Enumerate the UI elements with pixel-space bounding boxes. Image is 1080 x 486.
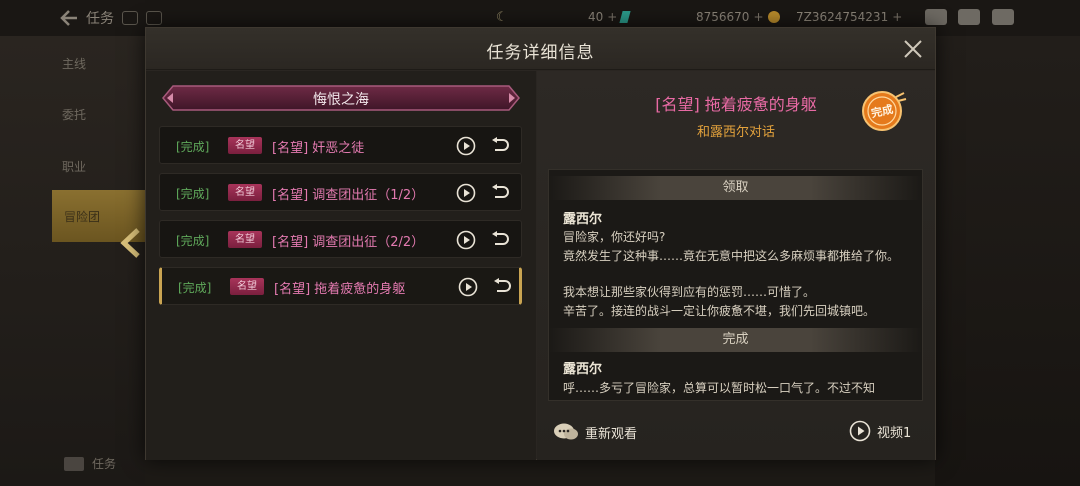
dialogue-line: 呼……多亏了冒险家，总算可以暂时松一口气了。不过不知	[563, 381, 876, 395]
resource-value: 8756670	[696, 10, 750, 24]
video-label: 视频1	[877, 425, 912, 441]
mail-icon[interactable]	[958, 9, 980, 25]
quest-status: [完成]	[178, 281, 212, 295]
dialogue-line: 竟然发生了这种事……竟在无意中把这么多麻烦事都推给了你。	[563, 249, 900, 263]
moon-icon: ☾	[496, 10, 508, 25]
quest-detail-panel: [名望] 拖着疲惫的身躯 和露西尔对话 完成 领取 露西尔 冒险家，你还好吗? …	[537, 71, 935, 460]
return-icon[interactable]	[490, 137, 510, 155]
dialogue-line: 辛苦了。接连的战斗一定让你疲惫不堪，我们先回城镇吧。	[563, 304, 876, 318]
shop-icon[interactable]	[925, 9, 947, 25]
section-header-accept: 领取	[549, 176, 922, 200]
play-icon[interactable]	[458, 277, 478, 297]
plus-icon[interactable]: +	[892, 10, 902, 24]
dialog-title: 任务详细信息	[486, 43, 595, 63]
quest-name: [名望] 奸恶之徒	[272, 141, 365, 156]
replay-button[interactable]: 重新观看	[553, 422, 637, 442]
video-button[interactable]: 视频1	[849, 420, 911, 442]
quest-detail-dialog: 任务详细信息 悔恨之海 [完成] 名望 [名望] 奸恶之徒 [完成] 名望 [名…	[145, 27, 936, 460]
play-icon	[849, 420, 871, 442]
quest-list-panel: 悔恨之海 [完成] 名望 [名望] 奸恶之徒 [完成] 名望 [名望] 调查团出…	[146, 71, 536, 460]
quest-tag: 名望	[228, 137, 262, 154]
resource-value: 7Z3624754231	[796, 10, 889, 24]
return-icon[interactable]	[490, 231, 510, 249]
sidebar-item-commission[interactable]: 委托	[62, 106, 86, 123]
quest-icon	[64, 456, 84, 471]
quest-row[interactable]: [完成] 名望 [名望] 奸恶之徒	[159, 126, 522, 164]
card-icon[interactable]	[146, 11, 162, 25]
quest-status: [完成]	[176, 140, 210, 154]
dialogue-line: 我本想让那些家伙得到应有的惩罚……可惜了。	[563, 285, 816, 299]
quest-row[interactable]: [完成] 名望 [名望] 调查团出征（2/2）	[159, 220, 522, 258]
dialogue-scroll-box[interactable]: 领取 露西尔 冒险家，你还好吗? 竟然发生了这种事……竟在无意中把这么多麻烦事都…	[548, 169, 923, 401]
back-arrow-icon[interactable]	[60, 10, 78, 26]
quest-row[interactable]: [完成] 名望 [名望] 调查团出征（1/2）	[159, 173, 522, 211]
speech-bubble-icon	[554, 423, 578, 440]
quest-name: [名望] 调查团出征（1/2）	[272, 188, 425, 203]
speaker-name: 露西尔	[563, 212, 603, 227]
resource-value: 40	[588, 10, 604, 24]
gem-icon	[619, 11, 631, 23]
bottom-label: 任务	[92, 457, 117, 471]
replay-label: 重新观看	[585, 426, 638, 442]
quest-tag: 名望	[228, 231, 262, 248]
eye-icon[interactable]	[122, 11, 138, 25]
resource-coin: 8756670 +	[696, 10, 780, 24]
resource-gem: 40 +	[588, 10, 631, 24]
top-nav: 任务	[60, 8, 162, 28]
chevron-left-icon	[120, 228, 140, 258]
bottom-quest-button[interactable]: 任务	[64, 455, 116, 472]
plus-icon[interactable]: +	[607, 10, 617, 24]
dialog-header: 任务详细信息	[146, 28, 935, 70]
chat-icon[interactable]	[992, 9, 1014, 25]
quest-status: [完成]	[176, 234, 210, 248]
quest-tag: 名望	[230, 278, 264, 295]
plus-icon[interactable]: +	[753, 10, 763, 24]
sidebar	[0, 36, 145, 486]
return-icon[interactable]	[492, 278, 512, 296]
coin-icon	[767, 11, 780, 23]
dialogue-line: 冒险家，你还好吗?	[563, 230, 666, 244]
quest-row-selected[interactable]: [完成] 名望 [名望] 拖着疲惫的身躯	[159, 267, 522, 305]
close-icon[interactable]	[901, 37, 925, 61]
play-icon[interactable]	[456, 230, 476, 250]
quest-tag: 名望	[228, 184, 262, 201]
completed-seal-icon: 完成	[860, 87, 908, 135]
quest-status: [完成]	[176, 187, 210, 201]
play-icon[interactable]	[456, 136, 476, 156]
background-right	[935, 36, 1080, 486]
sidebar-item-main[interactable]: 主线	[62, 55, 86, 72]
quest-name: [名望] 拖着疲惫的身躯	[274, 282, 406, 297]
play-icon[interactable]	[456, 183, 476, 203]
top-title: 任务	[86, 11, 114, 27]
zone-banner: 悔恨之海	[161, 84, 521, 112]
zone-name: 悔恨之海	[313, 92, 369, 108]
sidebar-item-label: 冒险团	[64, 210, 101, 224]
quest-name: [名望] 调查团出征（2/2）	[272, 235, 425, 250]
speaker-name: 露西尔	[563, 362, 603, 377]
section-header-complete: 完成	[549, 328, 922, 352]
sidebar-item-job[interactable]: 职业	[62, 158, 86, 175]
resource-gold: 7Z3624754231 +	[796, 10, 902, 24]
return-icon[interactable]	[490, 184, 510, 202]
